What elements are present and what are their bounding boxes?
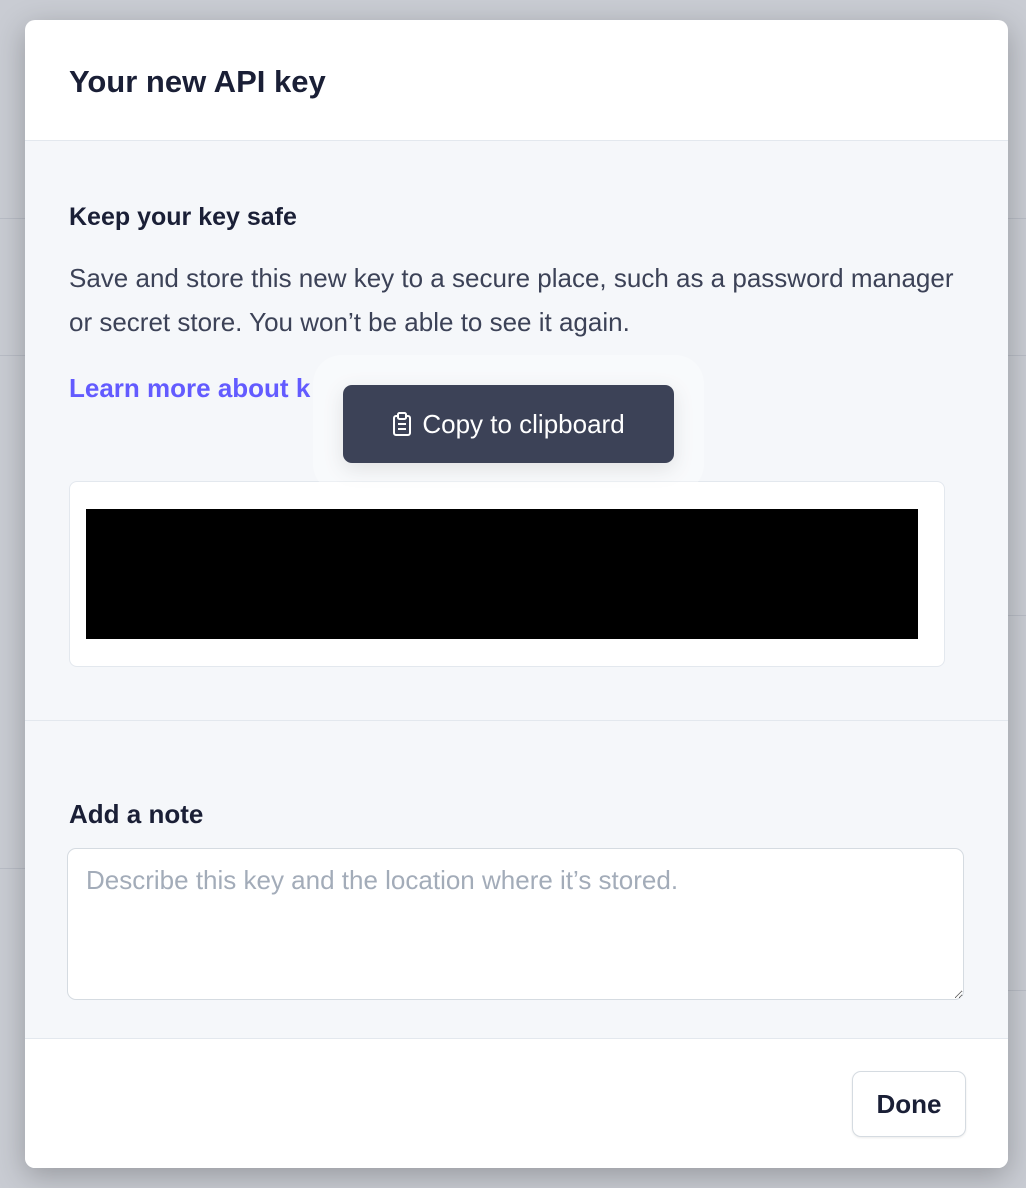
background-divider bbox=[0, 355, 25, 356]
background-divider bbox=[1008, 218, 1026, 219]
modal-body: Keep your key safe Save and store this n… bbox=[25, 141, 1008, 1038]
note-textarea[interactable] bbox=[67, 848, 964, 1000]
background-divider bbox=[1008, 355, 1026, 356]
copy-to-clipboard-tooltip[interactable]: Copy to clipboard bbox=[343, 385, 674, 463]
section-divider bbox=[25, 720, 1008, 721]
background-divider bbox=[1008, 990, 1026, 991]
modal-header: Your new API key bbox=[25, 20, 1008, 141]
learn-more-link-label: Learn more about k bbox=[69, 373, 311, 403]
api-key-modal: Your new API key Keep your key safe Save… bbox=[25, 20, 1008, 1168]
api-key-value-redacted[interactable] bbox=[86, 509, 918, 639]
note-section: Add a note bbox=[67, 799, 966, 1000]
clipboard-icon bbox=[392, 412, 412, 436]
key-safety-heading: Keep your key safe bbox=[69, 203, 297, 231]
background-divider bbox=[0, 868, 25, 869]
modal-title: Your new API key bbox=[69, 64, 326, 99]
key-safety-description: Save and store this new key to a secure … bbox=[69, 263, 954, 337]
note-label: Add a note bbox=[69, 799, 204, 829]
learn-more-link[interactable]: Learn more about k bbox=[69, 373, 310, 404]
tooltip-label: Copy to clipboard bbox=[422, 408, 625, 439]
api-key-container bbox=[69, 481, 945, 667]
background-divider bbox=[0, 218, 25, 219]
modal-footer: Done bbox=[25, 1038, 1008, 1168]
key-safety-section: Keep your key safe Save and store this n… bbox=[69, 203, 969, 344]
background-divider bbox=[1008, 615, 1026, 616]
done-button[interactable]: Done bbox=[852, 1071, 966, 1137]
